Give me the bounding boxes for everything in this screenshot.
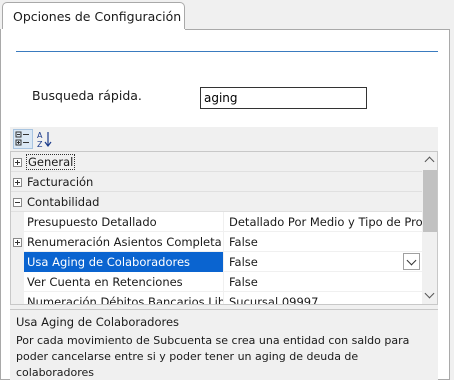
property-list: General Facturación Contabilidad Presupu… (10, 151, 438, 305)
property-value[interactable]: Sucursal 09997 (226, 292, 422, 304)
property-name[interactable]: Renumeración Asientos Completa (24, 232, 224, 252)
expand-icon[interactable] (13, 238, 22, 247)
property-value[interactable]: Detallado Por Medio y Tipo de Prod (226, 212, 422, 232)
svg-text:Z: Z (37, 140, 43, 149)
search-label: Busqueda rápida. (32, 88, 142, 103)
scroll-up-icon[interactable] (424, 156, 435, 167)
category-row-facturacion[interactable]: Facturación (11, 172, 422, 192)
scroll-down-icon[interactable] (424, 288, 435, 299)
property-row-ver-cuenta-retenciones[interactable]: Ver Cuenta en Retenciones False (11, 272, 422, 292)
property-value[interactable]: False (226, 252, 422, 272)
row-gutter (11, 252, 24, 272)
row-gutter (11, 272, 24, 292)
property-row-presupuesto-detallado[interactable]: Presupuesto Detallado Detallado Por Medi… (11, 212, 422, 232)
property-row-usa-aging-colaboradores[interactable]: Usa Aging de Colaboradores False (11, 252, 422, 272)
property-value[interactable]: False (226, 272, 422, 292)
property-name[interactable]: Ver Cuenta en Retenciones (24, 272, 224, 292)
vertical-scrollbar[interactable] (422, 152, 437, 304)
expand-icon[interactable] (13, 178, 22, 187)
dropdown-chevron-icon[interactable] (403, 253, 420, 270)
property-name[interactable]: Numeración Débitos Bancarios Libro Co (24, 292, 224, 304)
description-text: Por cada movimiento de Subcuenta se crea… (16, 334, 410, 379)
search-input[interactable] (200, 87, 367, 109)
svg-text:A: A (37, 131, 43, 140)
category-label: Facturación (27, 175, 94, 189)
categorized-view-icon[interactable] (13, 129, 33, 149)
property-grid-toolbar: A Z (10, 127, 438, 151)
category-label: Contabilidad (27, 195, 100, 209)
property-name[interactable]: Usa Aging de Colaboradores (24, 252, 224, 272)
tab-opciones-configuracion[interactable]: Opciones de Configuración (2, 2, 185, 30)
tab-strip: Opciones de Configuración (0, 0, 454, 30)
panel-border (185, 29, 450, 30)
category-label: General (25, 154, 76, 170)
property-grid: A Z General Facturación Contabilidad Pre… (10, 127, 438, 380)
description-panel: Usa Aging de Colaboradores Por cada movi… (10, 309, 438, 380)
property-value[interactable]: False (226, 232, 422, 252)
expand-icon[interactable] (13, 158, 22, 167)
category-row-general[interactable]: General (11, 152, 422, 172)
property-row-numeracion-debitos[interactable]: Numeración Débitos Bancarios Libro Co Su… (11, 292, 422, 304)
property-name[interactable]: Presupuesto Detallado (24, 212, 224, 232)
property-row-renumeracion-asientos[interactable]: Renumeración Asientos Completa False (11, 232, 422, 252)
category-row-contabilidad[interactable]: Contabilidad (11, 192, 422, 212)
row-gutter (11, 212, 24, 232)
sort-alphabetical-icon[interactable]: A Z (35, 129, 55, 149)
row-gutter (11, 292, 24, 304)
collapse-icon[interactable] (13, 198, 22, 207)
description-title: Usa Aging de Colaboradores (16, 315, 180, 329)
scroll-thumb[interactable] (423, 170, 437, 232)
separator-line (16, 51, 438, 52)
